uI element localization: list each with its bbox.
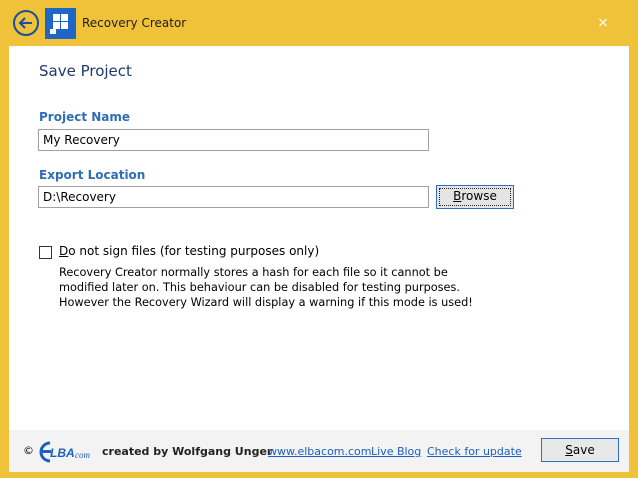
do-not-sign-mnemonic: D [59,244,69,258]
description-line: However the Recovery Wizard will display… [59,296,473,309]
export-location-label: Export Location [39,168,146,182]
website-link[interactable]: www.elbacom.com [268,445,372,458]
browse-label: rowse [461,189,497,203]
copyright-symbol: © [23,444,34,457]
footer: © LBA com created by Wolfgang Unger www.… [9,430,629,472]
elba-logo: LBA com [37,439,99,465]
save-label: ave [572,443,595,457]
check-update-link[interactable]: Check for update [427,445,522,458]
do-not-sign-checkbox[interactable] [39,246,52,259]
project-name-label: Project Name [39,110,131,124]
title-bar: Recovery Creator × [0,0,638,46]
save-mnemonic: S [565,443,573,457]
elba-logo-suffix: com [75,450,90,460]
main-panel: Save Project Project Name My Recovery Ex… [9,46,629,430]
close-icon: × [597,15,609,31]
page-title: Save Project [39,62,132,80]
window-title: Recovery Creator [82,16,187,30]
do-not-sign-label[interactable]: Do not sign files (for testing purposes … [59,244,319,258]
elba-logo-text: LBA [50,446,75,460]
browse-button[interactable]: Browse [436,185,514,209]
close-button[interactable]: × [592,12,614,34]
elba-logo-icon: LBA com [39,441,90,463]
windows-logo-icon [50,14,68,34]
created-by-text: created by Wolfgang Unger [102,445,273,458]
export-location-input[interactable]: D:\Recovery [38,186,429,208]
description-line: Recovery Creator normally stores a hash … [59,266,448,279]
app-logo [45,8,76,39]
app-window: Recovery Creator × Save Project Project … [0,0,638,478]
do-not-sign-text: o not sign files (for testing purposes o… [68,244,320,258]
back-button[interactable] [13,10,39,36]
project-name-input[interactable]: My Recovery [38,129,429,151]
description-line: modified later on. This behaviour can be… [59,281,460,294]
save-button[interactable]: Save [541,438,619,462]
back-arrow-icon [18,17,32,29]
sign-description: Recovery Creator normally stores a hash … [59,265,479,310]
live-blog-link[interactable]: Live Blog [371,445,421,458]
